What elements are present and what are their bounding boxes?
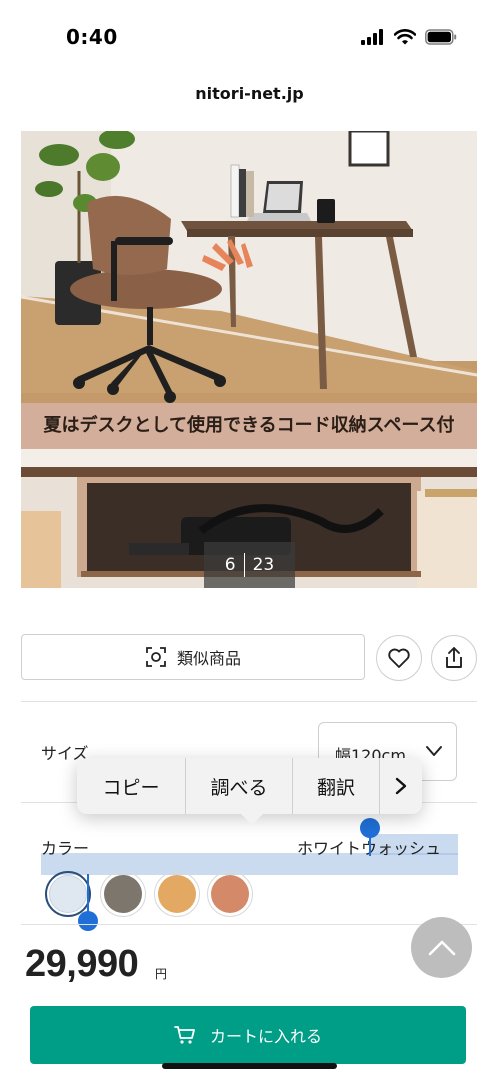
chevron-right-icon [395,777,407,795]
color-swatch-white[interactable] [49,875,87,913]
context-menu-pointer [240,813,264,825]
battery-icon [425,29,457,45]
product-photo [21,131,477,588]
context-translate[interactable]: 翻訳 [293,758,379,814]
image-pager: 6 23 [204,542,295,588]
color-swatch-gray[interactable] [104,875,142,913]
price-unit: 円 [155,967,168,981]
similar-products-label: 類似商品 [176,649,241,668]
heart-icon [388,648,410,668]
color-swatch-natural[interactable] [158,875,196,913]
color-label: カラー [41,839,90,858]
chevron-up-icon [428,940,455,955]
selection-end-handle[interactable] [78,911,98,931]
divider [21,701,477,702]
home-indicator[interactable] [162,1063,337,1069]
color-swatch-brown[interactable] [211,875,249,913]
wifi-icon [394,29,416,45]
hero-caption: 夏はデスクとして使用できるコード収納スペース付 [43,415,455,436]
context-copy[interactable]: コピー [77,758,185,814]
status-time: 0:40 [66,25,118,49]
selection-start-handle[interactable] [360,818,380,838]
pager-current: 6 [224,555,236,575]
text-context-menu: コピー 調べる 翻訳 [77,758,422,814]
add-to-cart-label: カートに入れる [209,1027,322,1046]
price-amount: 29,990 [25,943,139,985]
cart-icon [174,1026,195,1044]
context-look-up[interactable]: 調べる [186,758,292,814]
pager-total: 23 [252,555,275,575]
similar-products-button[interactable]: 類似商品 [21,634,365,680]
chevron-down-icon [426,746,442,756]
status-bar: 0:40 [0,0,499,72]
address-bar[interactable]: nitori-net.jp [0,84,499,103]
status-icons [361,27,457,47]
selection-end-cursor [87,874,89,914]
divider [21,924,477,925]
pager-divider [243,553,245,577]
favorite-button[interactable] [376,635,422,681]
scroll-to-top-button[interactable] [411,917,472,978]
share-button[interactable] [431,635,477,681]
product-image[interactable]: 夏はデスクとして使用できるコード収納スペース付 6 23 [21,131,477,588]
share-icon [446,647,462,668]
context-more-button[interactable] [380,758,422,814]
add-to-cart-button[interactable]: カートに入れる [30,1006,466,1064]
cellular-signal-icon [361,29,383,45]
image-search-icon [146,647,166,667]
